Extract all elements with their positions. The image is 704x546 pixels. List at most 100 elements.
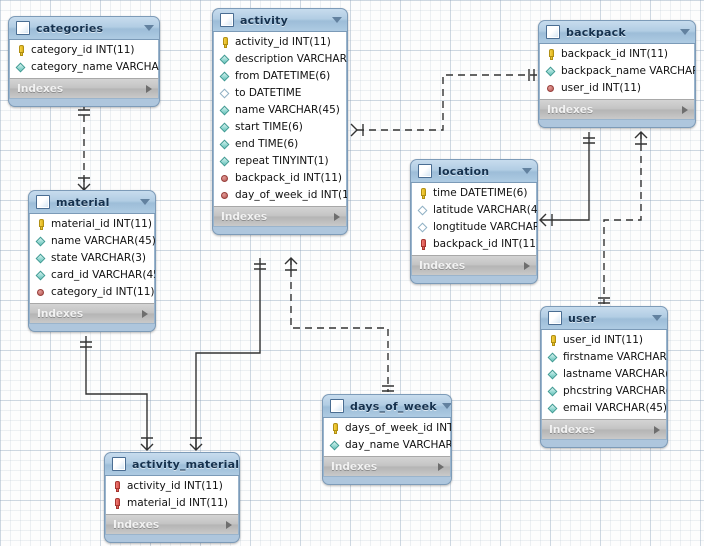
column-label: phcstring VARCHAR(100) [563, 385, 667, 398]
table-categories[interactable]: categories category_id INT(11) category_na… [8, 16, 160, 107]
columns-list: days_of_week_id INT(11) day_name VARCHAR(… [323, 418, 451, 456]
column-row[interactable]: latitude VARCHAR(45) [412, 202, 537, 219]
table-header-activity[interactable]: activity [213, 9, 347, 32]
column-row[interactable]: state VARCHAR(3) [30, 250, 154, 267]
table-header-days_of_week[interactable]: days_of_week [323, 395, 451, 418]
pk-key-icon [548, 335, 559, 346]
relationship-material-activity-material [80, 336, 154, 451]
column-row[interactable]: backpack_id INT(11) [412, 236, 537, 253]
column-label: material_id INT(11) [127, 497, 228, 510]
column-row[interactable]: name VARCHAR(45) [30, 233, 155, 250]
column-row[interactable]: category_id INT(11) [10, 42, 158, 59]
chevron-down-icon[interactable] [680, 29, 690, 35]
chevron-down-icon[interactable] [332, 17, 342, 23]
column-row[interactable]: end TIME(6) [214, 136, 346, 153]
er-diagram-canvas[interactable]: categories category_id INT(11) category_na… [0, 0, 704, 546]
column-label: category_id INT(11) [31, 44, 135, 57]
column-row[interactable]: name VARCHAR(45) [214, 102, 346, 119]
fk-icon [546, 83, 557, 94]
table-title: location [438, 164, 490, 178]
column-row[interactable]: day_name VARCHAR(20) [324, 437, 451, 454]
column-row[interactable]: user_id INT(11) [542, 332, 666, 349]
column-row[interactable]: lastname VARCHAR(45) [542, 366, 667, 383]
chevron-right-icon[interactable] [654, 425, 660, 434]
column-row[interactable]: material_id INT(11) [106, 495, 238, 512]
table-backpack[interactable]: backpack backpack_id INT(11) backpack_name… [538, 20, 696, 128]
chevron-right-icon[interactable] [682, 105, 688, 114]
table-title: activity [240, 13, 288, 27]
indexes-section-days_of_week[interactable]: Indexes [323, 456, 451, 477]
column-row[interactable]: activity_id INT(11) [106, 478, 238, 495]
column-label: repeat TINYINT(1) [235, 155, 329, 168]
column-row[interactable]: description VARCHAR(200) [214, 51, 347, 68]
column-row[interactable]: firstname VARCHAR(45) [542, 349, 667, 366]
table-activity[interactable]: activity activity_id INT(11) description V… [212, 8, 348, 235]
column-row[interactable]: material_id INT(11) [30, 216, 154, 233]
indexes-section-material[interactable]: Indexes [29, 303, 155, 324]
column-row[interactable]: days_of_week_id INT(11) [324, 420, 451, 437]
relationship-categories-material [77, 103, 91, 191]
column-row[interactable]: category_name VARCHAR(45) [10, 59, 159, 76]
column-row[interactable]: day_of_week_id INT(11) [214, 187, 347, 204]
column-row[interactable]: backpack_id INT(11) [540, 46, 694, 63]
pkfk-key-icon [418, 239, 429, 250]
columns-list: user_id INT(11) firstname VARCHAR(45) last… [541, 330, 667, 419]
column-label: end TIME(6) [235, 138, 299, 151]
table-header-backpack[interactable]: backpack [539, 21, 695, 44]
chevron-right-icon[interactable] [226, 520, 232, 529]
column-row[interactable]: category_id INT(11) [30, 284, 155, 301]
column-row[interactable]: card_id VARCHAR(45) [30, 267, 155, 284]
column-row[interactable]: repeat TINYINT(1) [214, 153, 346, 170]
column-row[interactable]: user_id INT(11) [540, 80, 694, 97]
chevron-down-icon[interactable] [140, 199, 150, 205]
chevron-down-icon[interactable] [652, 315, 662, 321]
column-icon [16, 62, 27, 73]
column-row[interactable]: backpack_id INT(11) [214, 170, 346, 187]
column-label: name VARCHAR(45) [235, 104, 340, 117]
column-icon [36, 253, 47, 264]
table-location[interactable]: location time DATETIME(6) latitude VARCHAR… [410, 159, 538, 284]
table-icon [16, 21, 30, 35]
chevron-down-icon[interactable] [144, 25, 154, 31]
column-row[interactable]: from DATETIME(6) [214, 68, 346, 85]
chevron-right-icon[interactable] [524, 261, 530, 270]
relationship-activity-backpack [350, 69, 537, 137]
table-user[interactable]: user user_id INT(11) firstname VARCHAR(45)… [540, 306, 668, 448]
column-row[interactable]: phcstring VARCHAR(100) [542, 383, 667, 400]
column-icon [548, 369, 559, 380]
column-row[interactable]: email VARCHAR(45) [542, 400, 667, 417]
indexes-section-categories[interactable]: Indexes [9, 78, 159, 99]
indexes-section-location[interactable]: Indexes [411, 255, 537, 276]
column-row[interactable]: activity_id INT(11) [214, 34, 346, 51]
column-label: material_id INT(11) [51, 218, 152, 231]
column-row[interactable]: longtitude VARCHAR(45) [412, 219, 537, 236]
indexes-label: Indexes [547, 103, 594, 116]
table-header-user[interactable]: user [541, 307, 667, 330]
column-row[interactable]: to DATETIME [214, 85, 346, 102]
table-material[interactable]: material material_id INT(11) name VARCHAR(… [28, 190, 156, 332]
table-header-categories[interactable]: categories [9, 17, 159, 40]
chevron-right-icon[interactable] [334, 212, 340, 221]
indexes-section-activity_material[interactable]: Indexes [105, 514, 239, 535]
column-icon [220, 156, 231, 167]
table-days_of_week[interactable]: days_of_week days_of_week_id INT(11) day_n… [322, 394, 452, 485]
chevron-down-icon[interactable] [441, 403, 451, 409]
indexes-label: Indexes [17, 82, 64, 95]
table-header-activity_material[interactable]: activity_material [105, 453, 239, 476]
chevron-down-icon[interactable] [522, 168, 532, 174]
chevron-right-icon[interactable] [146, 84, 152, 93]
chevron-right-icon[interactable] [142, 309, 148, 318]
indexes-section-user[interactable]: Indexes [541, 419, 667, 440]
column-row[interactable]: backpack_name VARCHAR(45) [540, 63, 695, 80]
column-row[interactable]: start TIME(6) [214, 119, 346, 136]
indexes-section-activity[interactable]: Indexes [213, 206, 347, 227]
table-header-material[interactable]: material [29, 191, 155, 214]
column-label: firstname VARCHAR(45) [563, 351, 667, 364]
indexes-section-backpack[interactable]: Indexes [539, 99, 695, 120]
chevron-right-icon[interactable] [438, 462, 444, 471]
table-activity_material[interactable]: activity_material activity_id INT(11) mate… [104, 452, 240, 543]
column-row[interactable]: time DATETIME(6) [412, 185, 536, 202]
pk-key-icon [330, 423, 341, 434]
pkfk-key-icon [112, 481, 123, 492]
table-header-location[interactable]: location [411, 160, 537, 183]
